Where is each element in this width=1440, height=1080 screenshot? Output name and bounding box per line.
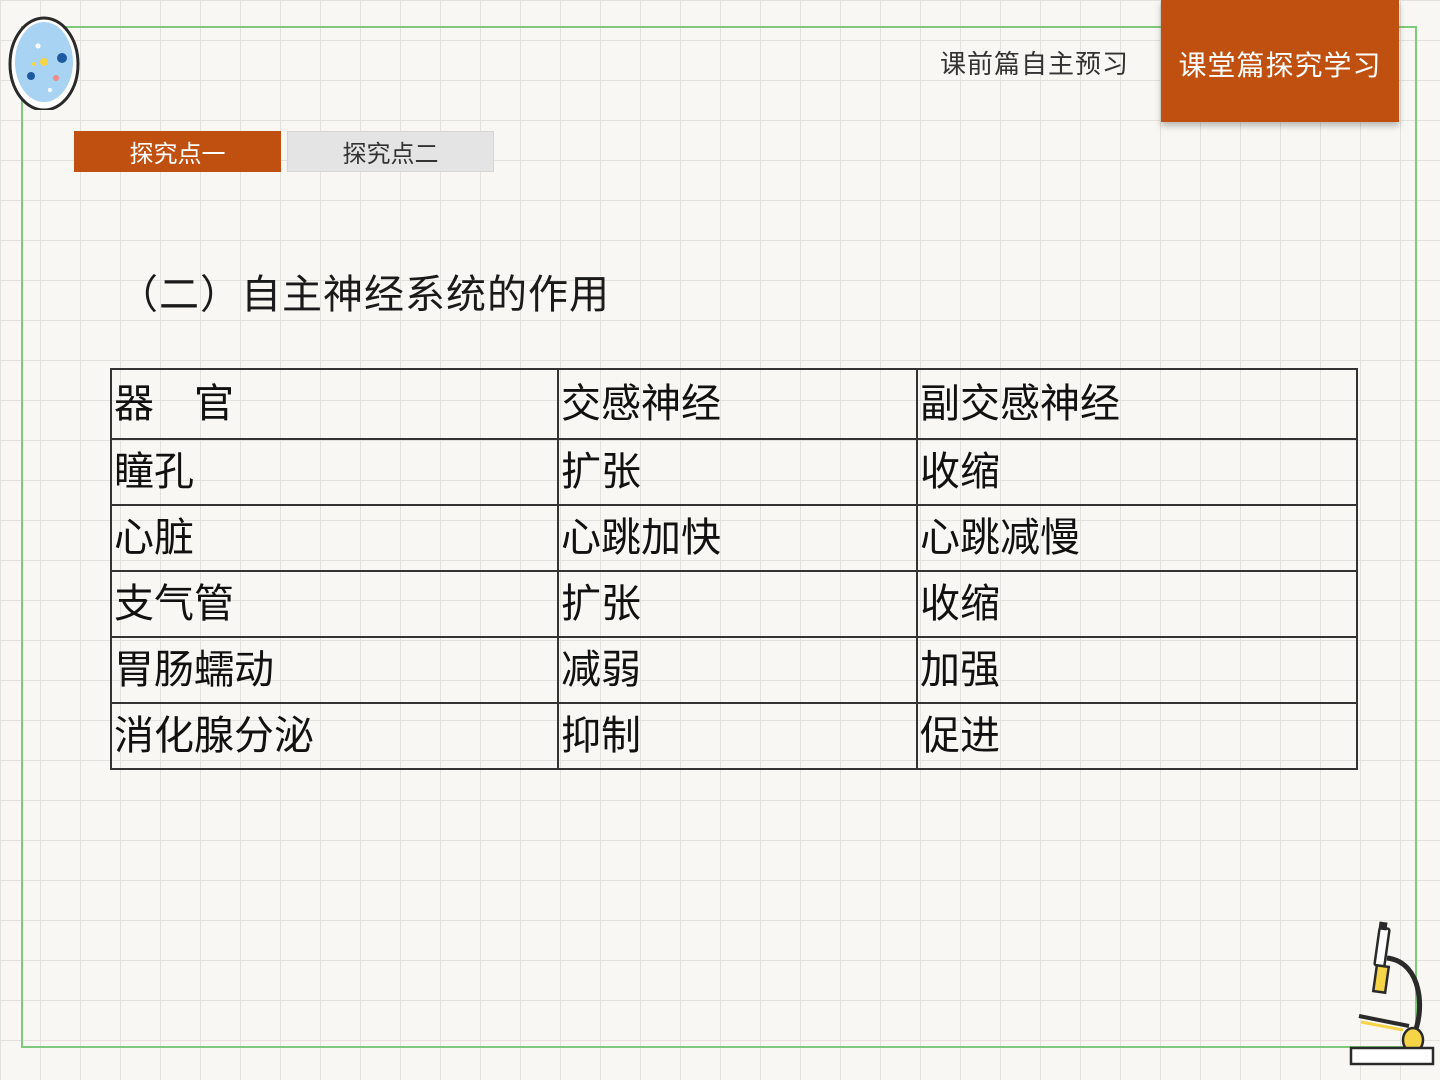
cell-organ: 支气管 bbox=[110, 570, 559, 638]
cell-organ: 心脏 bbox=[110, 504, 559, 572]
table-row: 心脏 心跳加快 心跳减慢 bbox=[110, 504, 1358, 572]
cell-organ: 瞳孔 bbox=[110, 438, 559, 506]
table-row: 支气管 扩张 收缩 bbox=[110, 570, 1358, 638]
cell-parasympathetic: 收缩 bbox=[916, 570, 1358, 638]
petri-dish-icon bbox=[8, 16, 80, 110]
cell-parasympathetic: 加强 bbox=[916, 636, 1358, 704]
cell-sympathetic: 扩张 bbox=[557, 570, 918, 638]
header-organ: 器 官 bbox=[110, 368, 559, 440]
nav-preview-link[interactable]: 课前篇自主预习 bbox=[940, 44, 1129, 81]
table-header-row: 器 官 交感神经 副交感神经 bbox=[110, 368, 1358, 440]
section-heading: （二）自主神经系统的作用 bbox=[118, 272, 610, 318]
table-row: 瞳孔 扩张 收缩 bbox=[110, 438, 1358, 506]
cell-parasympathetic: 促进 bbox=[916, 702, 1358, 770]
cell-sympathetic: 减弱 bbox=[557, 636, 918, 704]
header-sympathetic: 交感神经 bbox=[557, 368, 918, 440]
nav-classroom-link-active[interactable]: 课堂篇探究学习 bbox=[1161, 0, 1399, 122]
tab-inquiry-1[interactable]: 探究点一 bbox=[74, 131, 281, 172]
header-parasympathetic: 副交感神经 bbox=[916, 368, 1358, 440]
cell-sympathetic: 抑制 bbox=[557, 702, 918, 770]
table-row: 消化腺分泌 抑制 促进 bbox=[110, 702, 1358, 770]
cell-organ: 胃肠蠕动 bbox=[110, 636, 559, 704]
cell-parasympathetic: 心跳减慢 bbox=[916, 504, 1358, 572]
cell-sympathetic: 扩张 bbox=[557, 438, 918, 506]
cell-organ: 消化腺分泌 bbox=[110, 702, 559, 770]
tab-inquiry-2[interactable]: 探究点二 bbox=[287, 131, 494, 172]
table-row: 胃肠蠕动 减弱 加强 bbox=[110, 636, 1358, 704]
microscope-icon bbox=[1349, 921, 1435, 1066]
cell-sympathetic: 心跳加快 bbox=[557, 504, 918, 572]
cell-parasympathetic: 收缩 bbox=[916, 438, 1358, 506]
nervous-system-table: 器 官 交感神经 副交感神经 瞳孔 扩张 收缩 心脏 心跳加快 心跳减慢 支气管… bbox=[110, 368, 1358, 770]
